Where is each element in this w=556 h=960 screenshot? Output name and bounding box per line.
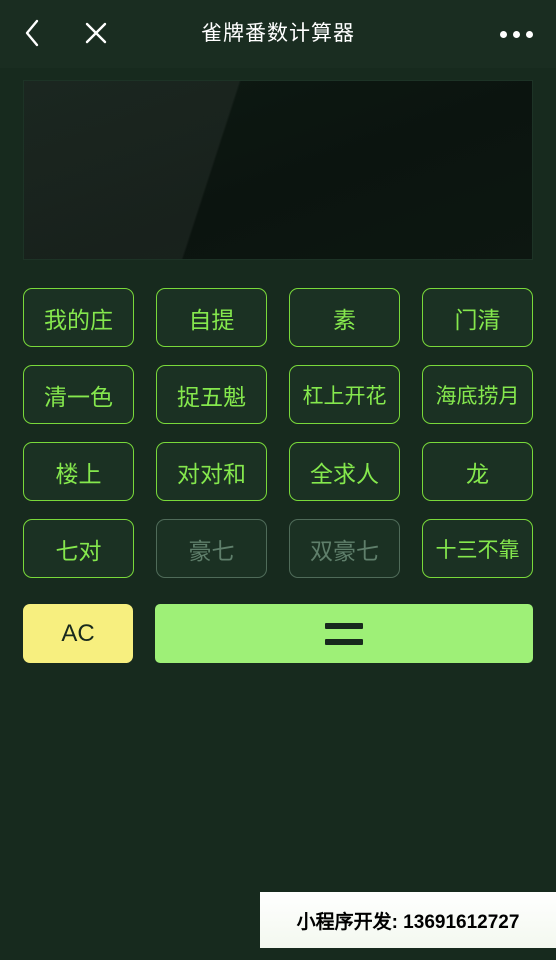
- key-gangshangkaihua[interactable]: 杠上开花: [289, 365, 400, 424]
- chevron-left-icon: [25, 19, 39, 47]
- navigation-bar: 雀牌番数计算器: [0, 0, 556, 68]
- clear-all-button[interactable]: AC: [23, 604, 133, 663]
- close-icon: [85, 22, 107, 44]
- equals-button[interactable]: [155, 604, 533, 663]
- developer-contact-text: 小程序开发: 13691612727: [296, 911, 520, 933]
- keypad-row: 七对 豪七 双豪七 十三不靠: [23, 519, 533, 578]
- back-button[interactable]: [10, 10, 54, 56]
- key-qingyise[interactable]: 清一色: [23, 365, 134, 424]
- close-button[interactable]: [74, 10, 118, 56]
- key-qidui[interactable]: 七对: [23, 519, 134, 578]
- developer-contact-banner: 小程序开发: 13691612727: [260, 892, 556, 948]
- more-dots-icon: [499, 30, 507, 38]
- key-haoqi: 豪七: [156, 519, 267, 578]
- key-haidilaoyue[interactable]: 海底捞月: [422, 365, 533, 424]
- keypad: 我的庄 自提 素 门清 清一色 捉五魁 杠上开花 海底捞月 楼上 对对和 全求人…: [23, 288, 533, 596]
- key-duiduihe[interactable]: 对对和: [156, 442, 267, 501]
- more-dots-icon: [525, 30, 533, 38]
- keypad-row: 清一色 捉五魁 杠上开花 海底捞月: [23, 365, 533, 424]
- equals-icon: [325, 622, 363, 645]
- calculator-display: [23, 80, 533, 260]
- key-zhuowukui[interactable]: 捉五魁: [156, 365, 267, 424]
- keypad-row: 我的庄 自提 素 门清: [23, 288, 533, 347]
- key-loushang[interactable]: 楼上: [23, 442, 134, 501]
- action-row: AC: [23, 604, 533, 663]
- keypad-row: 楼上 对对和 全求人 龙: [23, 442, 533, 501]
- more-dots-icon: [512, 30, 520, 38]
- key-long[interactable]: 龙: [422, 442, 533, 501]
- key-ziti[interactable]: 自提: [156, 288, 267, 347]
- key-menqing[interactable]: 门清: [422, 288, 533, 347]
- key-wodezhuang[interactable]: 我的庄: [23, 288, 134, 347]
- key-su[interactable]: 素: [289, 288, 400, 347]
- more-options-button[interactable]: [492, 20, 540, 48]
- key-quanqiuren[interactable]: 全求人: [289, 442, 400, 501]
- key-shisanbukao[interactable]: 十三不靠: [422, 519, 533, 578]
- key-shuanghaoqi: 双豪七: [289, 519, 400, 578]
